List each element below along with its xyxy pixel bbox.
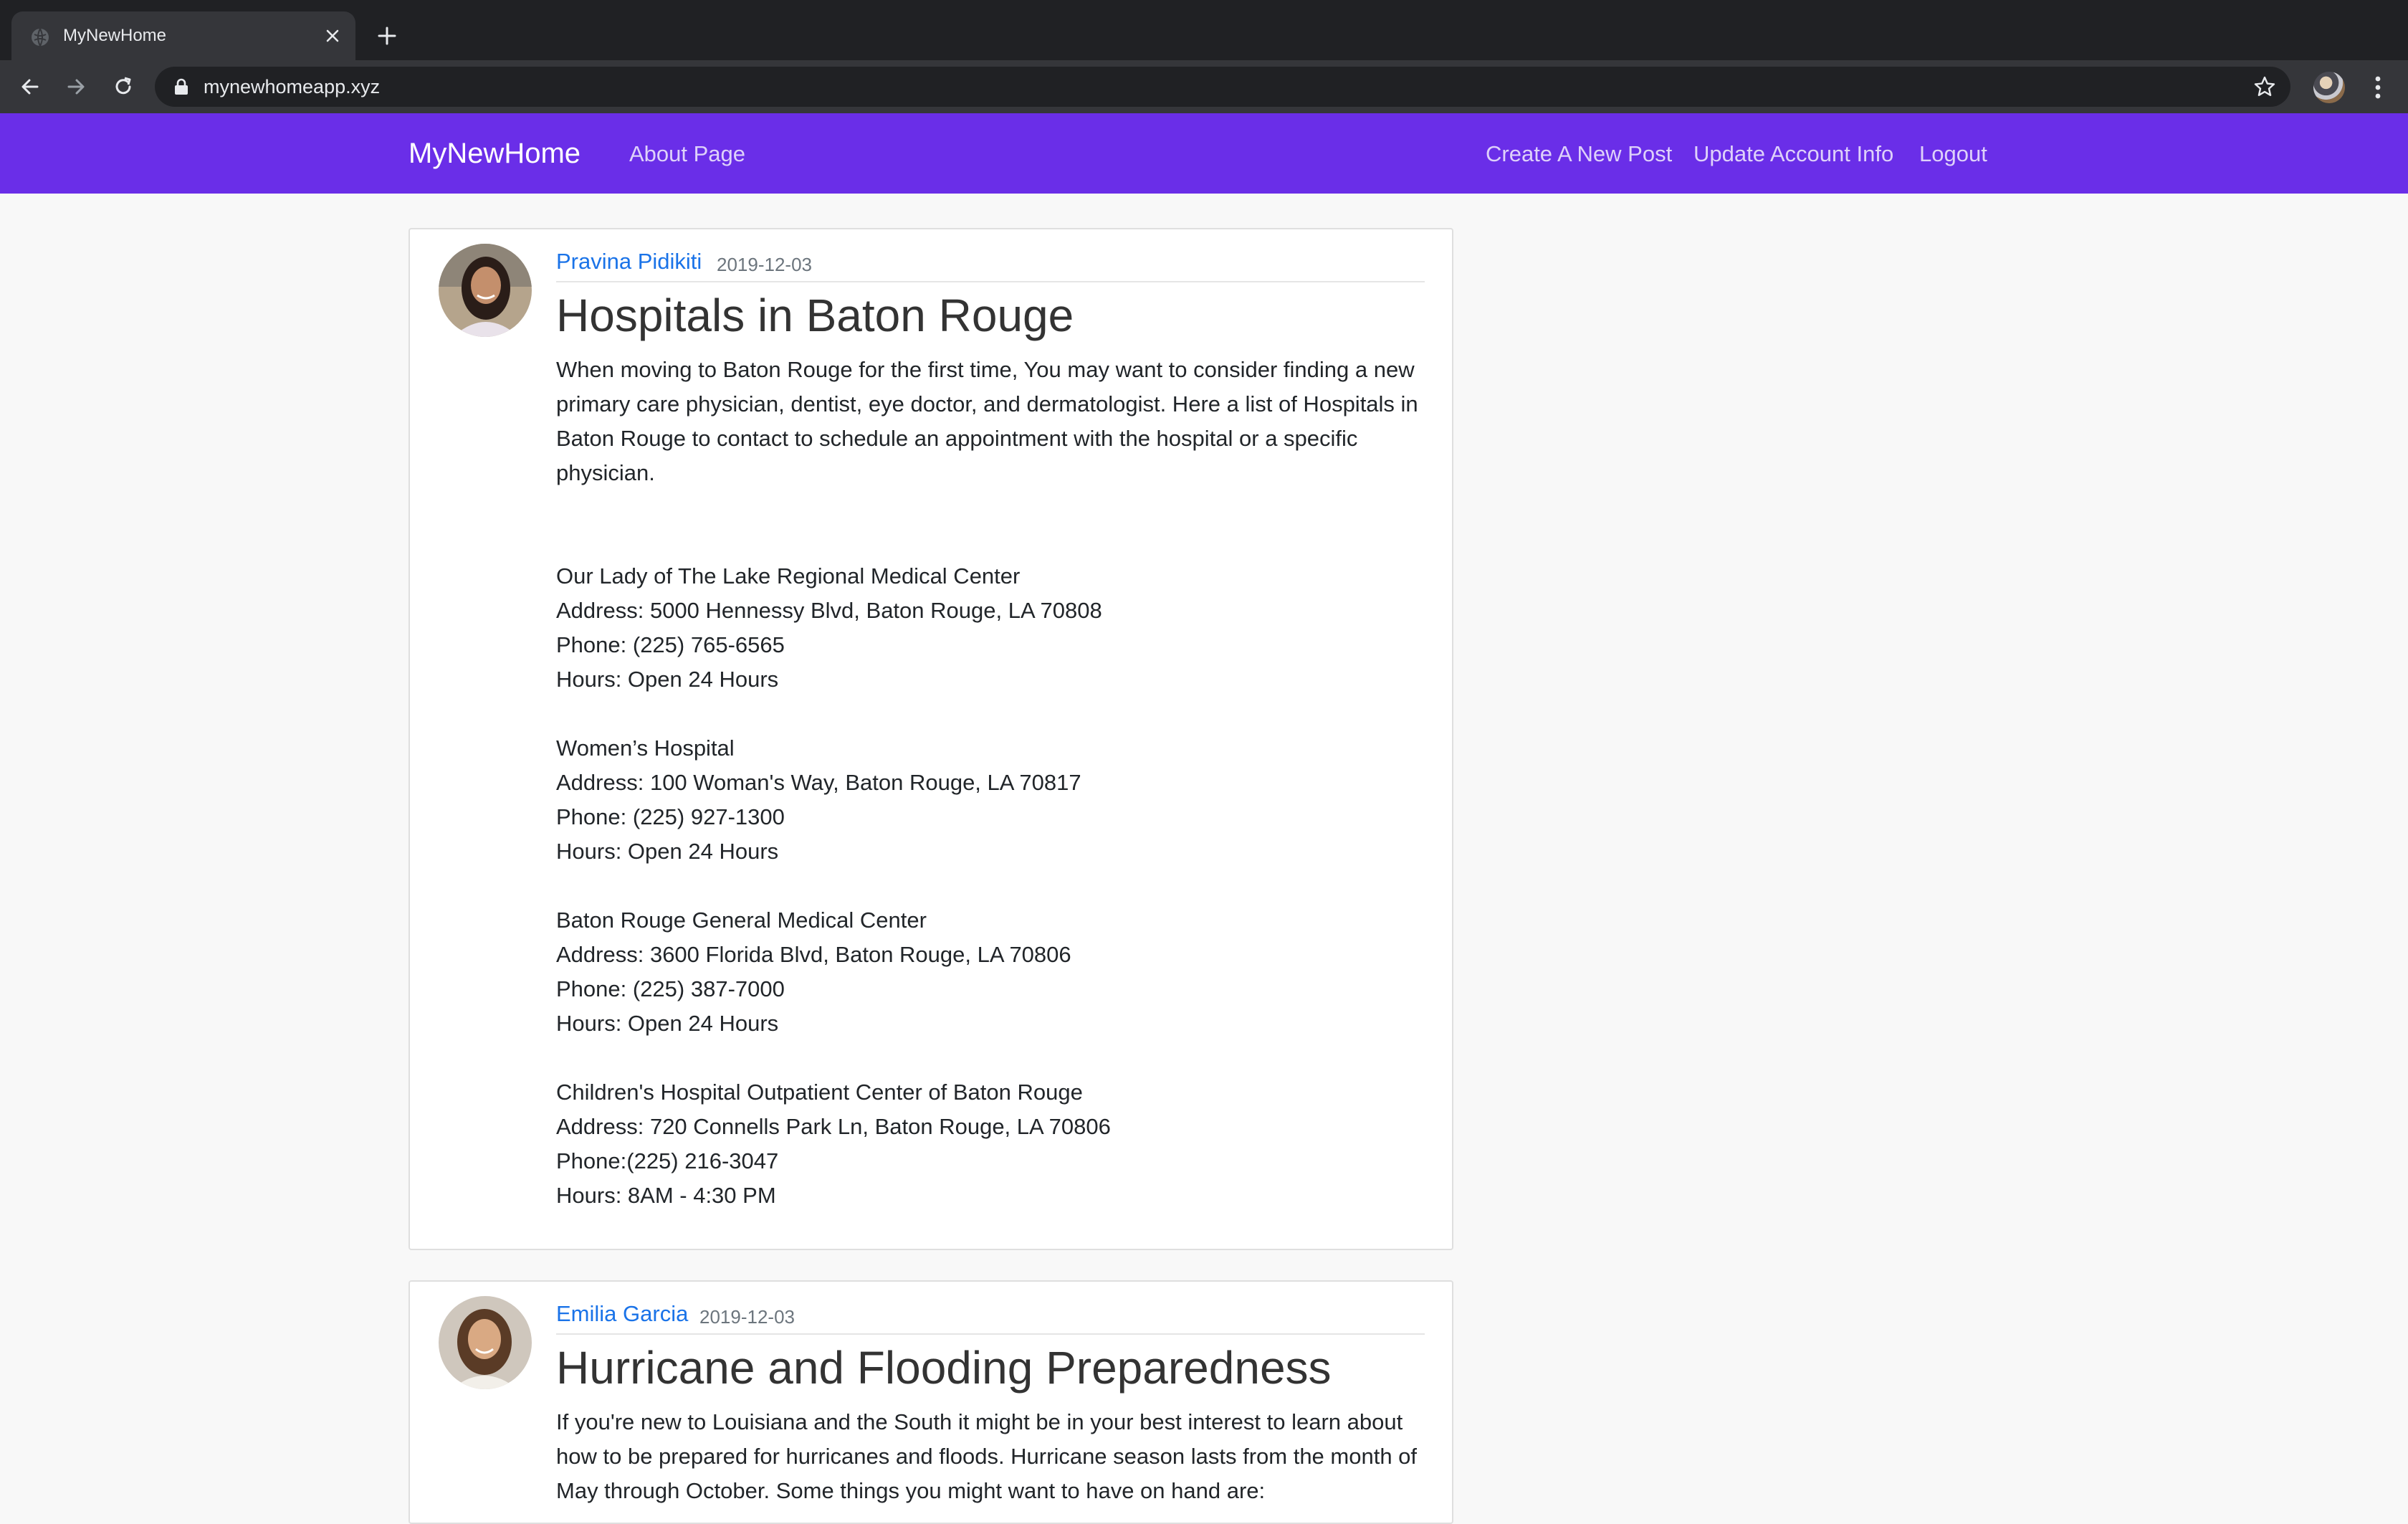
post-meta: Pravina Pidikiti 2019-12-03 — [556, 247, 1425, 282]
bookmark-star-icon[interactable] — [2253, 75, 2276, 98]
hospital-hours: Hours: Open 24 Hours — [556, 1011, 779, 1036]
hospital-address: Address: 100 Woman's Way, Baton Rouge, L… — [556, 770, 1081, 795]
hospital-phone: Phone: (225) 387-7000 — [556, 976, 785, 1001]
hospital-phone: Phone: (225) 927-1300 — [556, 804, 785, 829]
post-meta: Emilia Garcia 2019-12-03 — [556, 1299, 1425, 1335]
author-avatar[interactable] — [439, 1296, 532, 1389]
profile-avatar[interactable] — [2313, 72, 2345, 103]
author-link[interactable]: Emilia Garcia — [556, 1299, 688, 1329]
hospital-entry: Children's Hospital Outpatient Center of… — [556, 1075, 1430, 1213]
tab-title: MyNewHome — [63, 26, 167, 45]
post-title: Hurricane and Flooding Preparedness — [556, 1342, 1332, 1394]
hospital-name: Children's Hospital Outpatient Center of… — [556, 1080, 1083, 1105]
nav-create-post[interactable]: Create A New Post — [1486, 139, 1672, 169]
forward-icon[interactable] — [62, 72, 90, 101]
site-navbar: MyNewHome About Page Create A New Post U… — [0, 113, 2408, 194]
nav-about-page[interactable]: About Page — [629, 139, 745, 169]
hospital-hours: Hours: Open 24 Hours — [556, 667, 779, 692]
post-body: If you're new to Louisiana and the South… — [556, 1405, 1430, 1508]
post-card: Pravina Pidikiti 2019-12-03 Hospitals in… — [408, 228, 1453, 1250]
back-icon[interactable] — [16, 72, 44, 101]
post-date: 2019-12-03 — [717, 254, 812, 275]
hospital-hours: Hours: Open 24 Hours — [556, 839, 779, 864]
hospital-name: Women’s Hospital — [556, 735, 735, 761]
site-brand[interactable]: MyNewHome — [408, 135, 580, 172]
hospital-entry: Baton Rouge General Medical Center Addre… — [556, 903, 1430, 1041]
browser-tab[interactable]: MyNewHome — [11, 11, 355, 60]
browser-menu-icon[interactable] — [2365, 73, 2391, 102]
hospital-address: Address: 720 Connells Park Ln, Baton Rou… — [556, 1114, 1111, 1139]
reload-icon[interactable] — [109, 72, 138, 101]
hospital-phone: Phone:(225) 216-3047 — [556, 1148, 779, 1173]
hospital-entry: Our Lady of The Lake Regional Medical Ce… — [556, 559, 1430, 697]
post-intro: If you're new to Louisiana and the South… — [556, 1409, 1418, 1503]
post-intro: When moving to Baton Rouge for the first… — [556, 357, 1418, 485]
post-date: 2019-12-03 — [699, 1306, 795, 1328]
address-bar[interactable]: mynewhomeapp.xyz — [155, 67, 2290, 107]
close-tab-icon[interactable] — [322, 26, 343, 46]
post-title: Hospitals in Baton Rouge — [556, 290, 1074, 341]
post-body: When moving to Baton Rouge for the first… — [556, 353, 1430, 1247]
author-link[interactable]: Pravina Pidikiti — [556, 247, 702, 277]
post-card: Emilia Garcia 2019-12-03 Hurricane and F… — [408, 1280, 1453, 1524]
globe-icon — [32, 28, 49, 47]
browser-tabstrip: MyNewHome — [0, 0, 2408, 60]
nav-logout[interactable]: Logout — [1919, 139, 1987, 169]
hospital-address: Address: 3600 Florida Blvd, Baton Rouge,… — [556, 942, 1071, 967]
hospital-phone: Phone: (225) 765-6565 — [556, 632, 785, 657]
url-text: mynewhomeapp.xyz — [204, 76, 381, 97]
hospital-address: Address: 5000 Hennessy Blvd, Baton Rouge… — [556, 598, 1102, 623]
hospital-name: Our Lady of The Lake Regional Medical Ce… — [556, 563, 1021, 589]
author-avatar[interactable] — [439, 244, 532, 337]
nav-update-account[interactable]: Update Account Info — [1693, 139, 1893, 169]
hospital-entry: Women’s Hospital Address: 100 Woman's Wa… — [556, 731, 1430, 869]
hospital-name: Baton Rouge General Medical Center — [556, 908, 927, 933]
hospital-hours: Hours: 8AM - 4:30 PM — [556, 1183, 776, 1208]
browser-toolbar: mynewhomeapp.xyz — [0, 60, 2408, 114]
new-tab-icon[interactable] — [373, 22, 401, 50]
lock-icon — [175, 78, 188, 95]
